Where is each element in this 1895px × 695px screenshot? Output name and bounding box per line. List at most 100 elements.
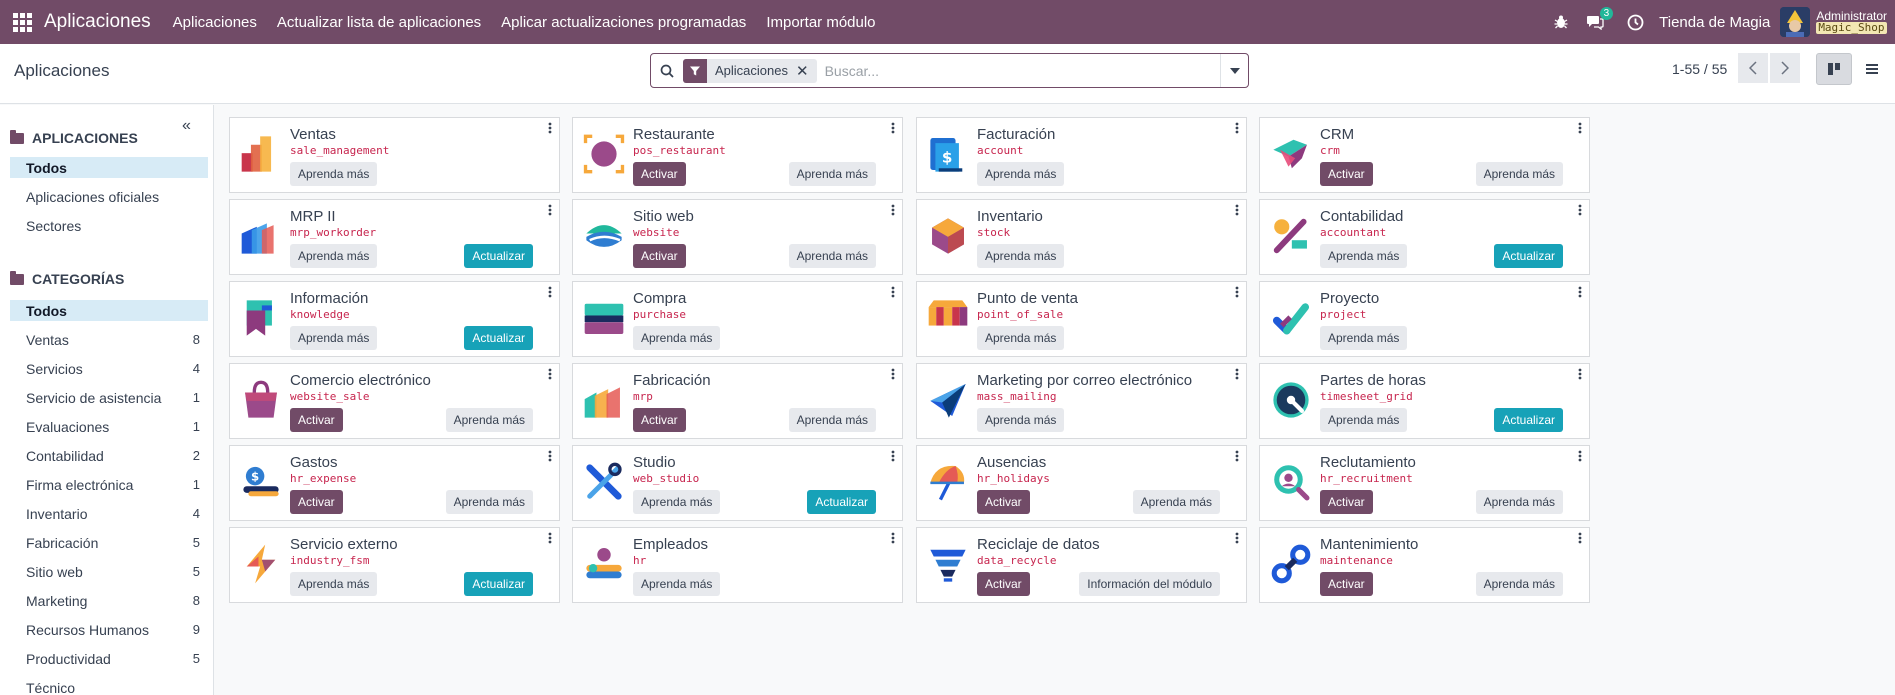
collapse-sidebar-icon[interactable]: « [182,117,191,135]
learn-more-button[interactable]: Aprenda más [788,244,876,268]
menu-import-module[interactable]: Importar módulo [766,14,875,31]
sidebar-item-category[interactable]: Todos [10,300,208,321]
app-card[interactable]: Restaurante pos_restaurant Activar Aprenda … [572,117,903,193]
update-button[interactable]: Actualizar [464,244,533,268]
card-menu-icon[interactable] [890,532,896,544]
card-menu-icon[interactable] [547,450,553,462]
app-card[interactable]: $ Gastos hr_expense Activar Aprenda más [229,445,560,521]
sidebar-item-category[interactable]: Productividad 5 [10,644,208,673]
search-input[interactable] [824,62,1205,79]
app-card[interactable]: Studio web_studio Aprenda más Actualizar [572,445,903,521]
app-brand[interactable]: Aplicaciones [44,11,151,33]
learn-more-button[interactable]: Aprenda más [633,572,721,596]
activate-button[interactable]: Activar [1320,162,1373,186]
app-card[interactable]: Compra purchase Aprenda más [572,281,903,357]
app-card[interactable]: Información knowledge Aprenda más Actualiza… [229,281,560,357]
activate-button[interactable]: Activar [633,162,686,186]
card-menu-icon[interactable] [1234,204,1240,216]
pager-next[interactable] [1770,53,1800,83]
card-menu-icon[interactable] [1577,286,1583,298]
learn-more-button[interactable]: Aprenda más [1320,244,1408,268]
card-menu-icon[interactable] [547,204,553,216]
sidebar-item-category[interactable]: Firma electrónica 1 [10,470,208,499]
card-menu-icon[interactable] [890,122,896,134]
learn-more-button[interactable]: Aprenda más [290,162,378,186]
update-button[interactable]: Actualizar [1494,244,1563,268]
sidebar-item-category[interactable]: Marketing 8 [10,586,208,615]
sidebar-item-category[interactable]: Técnico [10,673,208,695]
update-button[interactable]: Actualizar [464,326,533,350]
sidebar-item-category[interactable]: Inventario 4 [10,499,208,528]
user-menu[interactable]: Administrator Magic_Shop [1816,10,1887,34]
sidebar-item-category[interactable]: Contabilidad 2 [10,441,208,470]
card-menu-icon[interactable] [1577,532,1583,544]
chat-icon[interactable]: 3 [1581,0,1614,44]
app-card[interactable]: $ Facturación account Aprenda más [916,117,1247,193]
app-card[interactable]: Inventario stock Aprenda más [916,199,1247,275]
card-menu-icon[interactable] [890,204,896,216]
card-menu-icon[interactable] [1577,204,1583,216]
card-menu-icon[interactable] [890,286,896,298]
activate-button[interactable]: Activar [1320,572,1373,596]
sidebar-item-category[interactable]: Fabricación 5 [10,528,208,557]
app-card[interactable]: CRM crm Activar Aprenda más [1259,117,1590,193]
learn-more-button[interactable]: Aprenda más [445,490,533,514]
learn-more-button[interactable]: Aprenda más [1475,572,1563,596]
sidebar-item-all-apps[interactable]: Todos [10,157,208,178]
learn-more-button[interactable]: Aprenda más [633,490,721,514]
card-menu-icon[interactable] [1234,286,1240,298]
learn-more-button[interactable]: Aprenda más [290,326,378,350]
app-card[interactable]: Contabilidad accountant Aprenda más Actuali… [1259,199,1590,275]
activate-button[interactable]: Activar [290,408,343,432]
card-menu-icon[interactable] [547,368,553,380]
bug-icon[interactable] [1547,0,1575,44]
sidebar-item-category[interactable]: Servicios 4 [10,354,208,383]
menu-update-apps-list[interactable]: Actualizar lista de aplicaciones [277,14,481,31]
avatar[interactable] [1780,7,1811,37]
card-menu-icon[interactable] [1577,450,1583,462]
card-menu-icon[interactable] [547,122,553,134]
company-switcher[interactable]: Tienda de Magia [1659,14,1770,31]
card-menu-icon[interactable] [1577,368,1583,380]
activate-button[interactable]: Activar [977,572,1030,596]
learn-more-button[interactable]: Aprenda más [977,162,1065,186]
module-info-button[interactable]: Información del módulo [1079,572,1220,596]
pager-previous[interactable] [1738,53,1768,83]
activate-button[interactable]: Activar [633,244,686,268]
list-view-button[interactable] [1854,53,1890,85]
card-menu-icon[interactable] [1234,450,1240,462]
menu-apply-scheduled-upgrades[interactable]: Aplicar actualizaciones programadas [501,14,746,31]
activate-button[interactable]: Activar [977,490,1030,514]
app-card[interactable]: Reclutamiento hr_recruitment Activar Aprend… [1259,445,1590,521]
activate-button[interactable]: Activar [633,408,686,432]
app-card[interactable]: Ausencias hr_holidays Activar Aprenda más [916,445,1247,521]
card-menu-icon[interactable] [1234,122,1240,134]
learn-more-button[interactable]: Aprenda más [1475,490,1563,514]
app-card[interactable]: Reciclaje de datos data_recycle Activar Inf… [916,527,1247,603]
app-card[interactable]: MRP II mrp_workorder Aprenda más Actualizar [229,199,560,275]
kanban-view-button[interactable] [1816,53,1852,85]
learn-more-button[interactable]: Aprenda más [445,408,533,432]
app-card[interactable]: Mantenimiento maintenance Activar Aprenda m… [1259,527,1590,603]
app-card[interactable]: Punto de venta point_of_sale Aprenda más [916,281,1247,357]
sidebar-item-category[interactable]: Recursos Humanos 9 [10,615,208,644]
clock-icon[interactable] [1621,0,1649,44]
activate-button[interactable]: Activar [1320,490,1373,514]
sidebar-item-category[interactable]: Sitio web 5 [10,557,208,586]
learn-more-button[interactable]: Aprenda más [290,244,378,268]
learn-more-button[interactable]: Aprenda más [977,408,1065,432]
search-options-toggle[interactable] [1220,54,1248,87]
card-menu-icon[interactable] [1234,368,1240,380]
app-card[interactable]: Servicio externo industry_fsm Aprenda más A… [229,527,560,603]
learn-more-button[interactable]: Aprenda más [633,326,721,350]
sidebar-item-category[interactable]: Evaluaciones 1 [10,412,208,441]
app-card[interactable]: Comercio electrónico website_sale Activar A… [229,363,560,439]
learn-more-button[interactable]: Aprenda más [977,326,1065,350]
app-card[interactable]: Partes de horas timesheet_grid Aprenda más… [1259,363,1590,439]
app-card[interactable]: Fabricación mrp Activar Aprenda más [572,363,903,439]
card-menu-icon[interactable] [1234,532,1240,544]
sidebar-item-category[interactable]: Ventas 8 [10,325,208,354]
remove-facet-icon[interactable]: ✕ [796,62,817,80]
activate-button[interactable]: Activar [290,490,343,514]
app-card[interactable]: Ventas sale_management Aprenda más [229,117,560,193]
